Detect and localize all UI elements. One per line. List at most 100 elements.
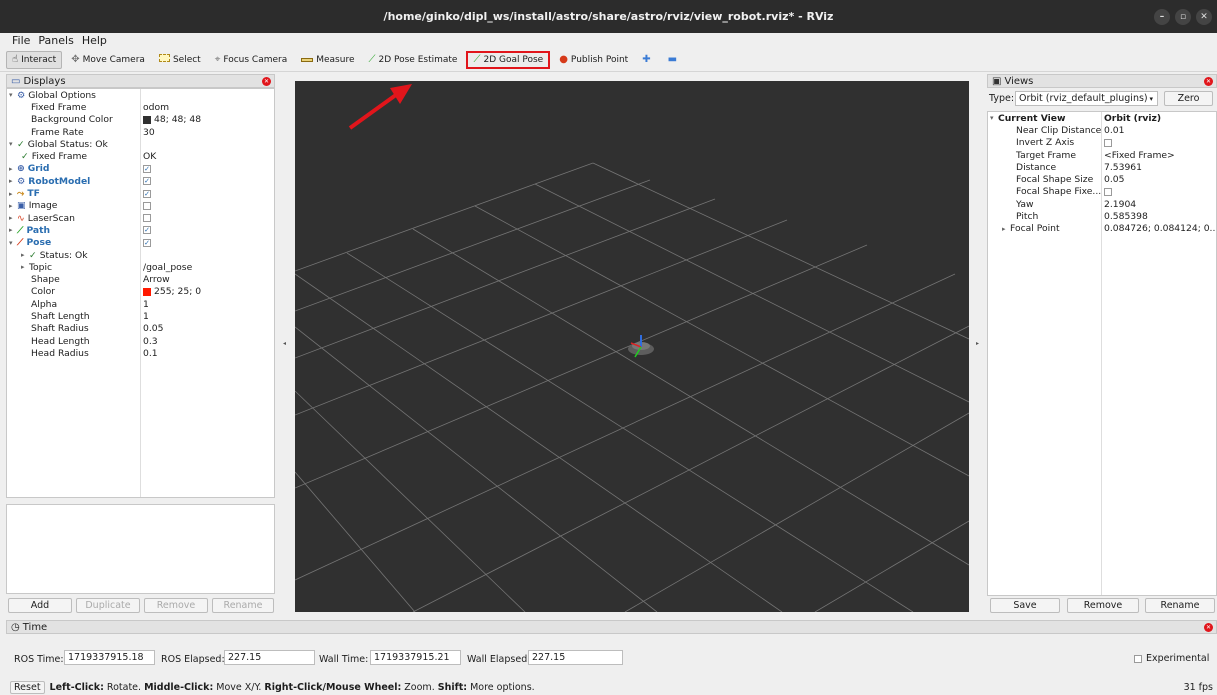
close-icon[interactable]: ✕ [1204, 77, 1213, 86]
experimental-checkbox-row[interactable]: Experimental [1134, 653, 1209, 664]
chevron-down-icon[interactable]: ▾ [990, 114, 998, 122]
minimize-icon[interactable]: – [1154, 9, 1170, 25]
display-row[interactable]: ▸ Topic/goal_pose [7, 261, 274, 273]
measure-tool-button[interactable]: Measure [296, 51, 359, 69]
ros-elapsed-field[interactable]: 227.15 [224, 650, 315, 665]
view-property-row[interactable]: Distance 7.53961 [988, 161, 1216, 173]
chevron-right-icon[interactable]: ▸ [9, 202, 17, 210]
publish-point-tool-button[interactable]: ● Publish Point [554, 51, 633, 69]
right-splitter[interactable]: ▸ [971, 74, 985, 614]
chevron-right-icon[interactable]: ▸ [21, 251, 29, 259]
menu-file[interactable]: File [12, 34, 30, 47]
display-row-value: 255; 25; 0 [154, 286, 202, 298]
chevron-down-icon[interactable]: ▾ [9, 140, 17, 148]
display-row[interactable]: ▾ ⟋ Pose ✓ [7, 237, 274, 249]
view-type-select[interactable]: Orbit (rviz_default_plugins) ▾ [1015, 91, 1158, 106]
menu-panels[interactable]: Panels [38, 34, 73, 47]
remove-tool-button[interactable]: ▬ [663, 51, 685, 69]
view-property-row[interactable]: Invert Z Axis [988, 137, 1216, 149]
display-row[interactable]: Background Color 48; 48; 48 [7, 114, 274, 126]
reset-button[interactable]: Reset [10, 681, 45, 694]
enabled-checkbox[interactable] [143, 201, 151, 210]
display-row[interactable]: Head Length 0.3 [7, 335, 274, 347]
enabled-checkbox[interactable]: ✓ [143, 164, 151, 173]
chevron-right-icon[interactable]: ▸ [9, 177, 17, 185]
menu-help[interactable]: Help [82, 34, 107, 47]
enabled-checkbox[interactable]: ✓ [143, 177, 151, 186]
remove-display-button[interactable]: Remove [144, 598, 208, 613]
view-property-row[interactable]: Near Clip Distance 0.01 [988, 124, 1216, 136]
property-checkbox[interactable] [1104, 138, 1112, 147]
wall-elapsed-field[interactable]: 227.15 [528, 650, 623, 665]
view-property-row[interactable]: ▾ Current View Orbit (rviz) [988, 112, 1216, 124]
chevron-down-icon[interactable]: ▾ [9, 91, 17, 99]
view-property-row[interactable]: Focal Shape Fixe... [988, 186, 1216, 198]
color-swatch[interactable] [143, 115, 151, 124]
add-display-button[interactable]: Add [8, 598, 72, 613]
view-property-row[interactable]: ▸ Focal Point 0.084726; 0.084124; 0.... [988, 223, 1216, 235]
close-icon[interactable]: ✕ [1196, 9, 1212, 25]
close-icon[interactable]: ✕ [262, 77, 271, 86]
focus-camera-tool-button[interactable]: ⌖ Focus Camera [210, 51, 293, 69]
move-camera-tool-button[interactable]: ✥ Move Camera [66, 51, 150, 69]
display-row[interactable]: ▾ ⚙ Global Options [7, 89, 274, 101]
view-property-row[interactable]: Pitch 0.585398 [988, 210, 1216, 222]
pose-estimate-tool-button[interactable]: ⟋ 2D Pose Estimate [363, 51, 462, 69]
close-icon[interactable]: ✕ [1204, 623, 1213, 632]
interact-tool-button[interactable]: ☝ Interact [6, 50, 63, 69]
display-row[interactable]: ▸ ⤳ TF ✓ [7, 187, 274, 199]
display-row[interactable]: Head Radius 0.1 [7, 347, 274, 359]
duplicate-display-button[interactable]: Duplicate [76, 598, 140, 613]
chevron-right-icon[interactable]: ▸ [21, 263, 29, 271]
rename-display-button[interactable]: Rename [212, 598, 274, 613]
remove-view-button[interactable]: Remove [1067, 598, 1139, 613]
display-row[interactable]: ▸ ⟋ Path ✓ [7, 224, 274, 236]
display-row[interactable]: Shaft Radius 0.05 [7, 323, 274, 335]
wall-time-field[interactable]: 1719337915.21 [370, 650, 461, 665]
save-view-button[interactable]: Save [990, 598, 1060, 613]
display-row[interactable]: ✓ Fixed Frame OK [7, 150, 274, 162]
property-checkbox[interactable] [1104, 187, 1112, 196]
display-row[interactable]: Alpha 1 [7, 298, 274, 310]
left-splitter[interactable]: ◂ [279, 74, 293, 614]
view-property-row[interactable]: Target Frame <Fixed Frame> [988, 149, 1216, 161]
add-tool-button[interactable]: ✚ [637, 51, 658, 69]
view-property-row[interactable]: Focal Shape Size 0.05 [988, 173, 1216, 185]
displays-tree[interactable]: ▾ ⚙ Global Options Fixed Frame odom Backgroun… [6, 88, 275, 498]
display-row[interactable]: ▸ ⚙ RobotModel ✓ [7, 175, 274, 187]
display-row[interactable]: ▸ ⊕ Grid ✓ [7, 163, 274, 175]
enabled-checkbox[interactable]: ✓ [143, 238, 151, 247]
3d-viewport[interactable] [295, 81, 969, 612]
display-row[interactable]: Fixed Frame odom [7, 101, 274, 113]
view-property-row[interactable]: Yaw 2.1904 [988, 198, 1216, 210]
chevron-right-icon[interactable]: ▸ [9, 214, 17, 222]
enabled-checkbox[interactable]: ✓ [143, 226, 151, 235]
color-swatch[interactable] [143, 287, 151, 296]
image-icon: ▣ [17, 200, 26, 212]
display-row[interactable]: ▸ ✓ Status: Ok [7, 249, 274, 261]
enabled-checkbox[interactable] [143, 214, 151, 223]
display-row[interactable]: Color 255; 25; 0 [7, 286, 274, 298]
experimental-checkbox[interactable] [1134, 654, 1142, 663]
chevron-right-icon[interactable]: ▸ [9, 226, 17, 234]
display-row[interactable]: ▾ ✓ Global Status: Ok [7, 138, 274, 150]
display-row[interactable]: Shaft Length 1 [7, 310, 274, 322]
rename-view-button[interactable]: Rename [1145, 598, 1215, 613]
maximize-icon[interactable]: ▫ [1175, 9, 1191, 25]
chevron-right-icon[interactable]: ▸ [9, 190, 17, 198]
goal-pose-tool-button[interactable]: ⟋ 2D Goal Pose [466, 50, 551, 69]
camera-icon: ▣ [992, 75, 1002, 87]
display-row[interactable]: ▸ ▣ Image [7, 200, 274, 212]
ros-time-field[interactable]: 1719337915.18 [64, 650, 155, 665]
chevron-right-icon[interactable]: ▸ [1002, 225, 1010, 233]
enabled-checkbox[interactable]: ✓ [143, 189, 151, 198]
chevron-down-icon[interactable]: ▾ [9, 239, 17, 247]
display-row[interactable]: Shape Arrow [7, 273, 274, 285]
zero-button[interactable]: Zero [1164, 91, 1213, 106]
view-property-label: Pitch [1016, 211, 1039, 223]
views-tree[interactable]: ▾ Current View Orbit (rviz) Near Clip Dista… [987, 111, 1217, 596]
select-tool-button[interactable]: Select [154, 51, 206, 69]
chevron-right-icon[interactable]: ▸ [9, 165, 17, 173]
display-row[interactable]: Frame Rate 30 [7, 126, 274, 138]
display-row[interactable]: ▸ ∿ LaserScan [7, 212, 274, 224]
